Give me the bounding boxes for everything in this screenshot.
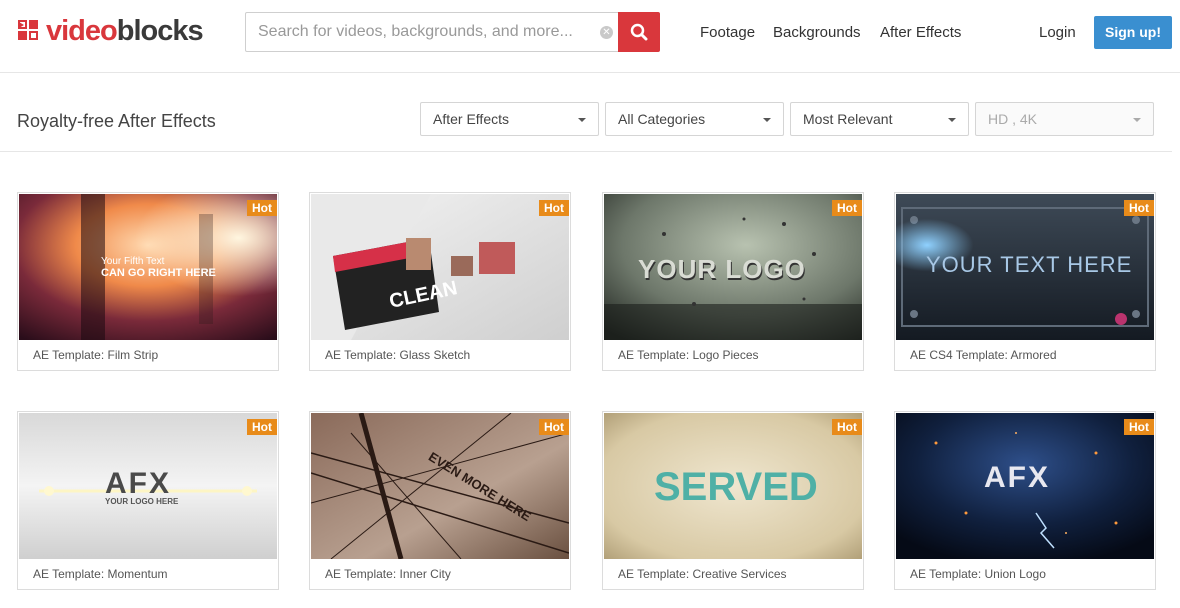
- hot-badge: Hot: [539, 200, 569, 216]
- video-thumbnail: AFX YOUR LOGO HERE: [19, 413, 277, 559]
- template-card-creative-services[interactable]: SERVED Hot AE Template: Creative Service…: [602, 411, 864, 590]
- nav-after-effects[interactable]: After Effects: [880, 24, 961, 41]
- category-select[interactable]: All Categories: [605, 102, 784, 136]
- caret-down-icon: [763, 118, 771, 122]
- template-card-union-logo[interactable]: AFX Hot AE Template: Union Logo: [894, 411, 1156, 590]
- search-box: ✕: [245, 12, 660, 52]
- thumb-text: YOUR LOGO HERE: [105, 497, 179, 506]
- video-thumbnail: AFX: [896, 413, 1154, 559]
- search-icon: [630, 23, 648, 41]
- signup-button[interactable]: Sign up!: [1094, 16, 1172, 49]
- card-caption: AE Template: Glass Sketch: [325, 348, 471, 362]
- video-thumbnail: Your Fifth Text CAN GO RIGHT HERE: [19, 194, 277, 340]
- select-value: All Categories: [618, 111, 706, 127]
- card-caption: AE Template: Film Strip: [33, 348, 159, 362]
- thumb-text: YOUR TEXT HERE: [926, 252, 1133, 277]
- resolution-select[interactable]: HD , 4K: [975, 102, 1154, 136]
- card-caption: AE Template: Creative Services: [618, 567, 787, 581]
- nav-footage[interactable]: Footage: [700, 24, 755, 41]
- template-card-armored[interactable]: YOUR TEXT HERE Hot AE CS4 Template: Armo…: [894, 192, 1156, 371]
- template-card-logo-pieces[interactable]: YOUR LOGO Hot AE Template: Logo Pieces: [602, 192, 864, 371]
- top-header: videoblocks ✕ Footage Backgrounds After …: [0, 0, 1180, 73]
- logo-wordmark: videoblocks: [46, 15, 204, 47]
- card-caption: AE CS4 Template: Armored: [910, 348, 1057, 362]
- select-value: HD , 4K: [988, 111, 1038, 127]
- toolbar-divider: [0, 151, 1172, 152]
- thumb-text: YOUR LOGO: [638, 254, 806, 284]
- select-value: Most Relevant: [803, 111, 893, 127]
- hot-badge: Hot: [1124, 200, 1154, 216]
- media-type-select[interactable]: After Effects: [420, 102, 599, 136]
- hot-badge: Hot: [247, 200, 277, 216]
- caret-down-icon: [578, 118, 586, 122]
- videoblocks-logo[interactable]: videoblocks: [18, 15, 204, 47]
- video-thumbnail: YOUR LOGO: [604, 194, 862, 340]
- video-thumbnail: YOUR TEXT HERE: [896, 194, 1154, 340]
- hot-badge: Hot: [247, 419, 277, 435]
- card-caption: AE Template: Momentum: [33, 567, 168, 581]
- hot-badge: Hot: [1124, 419, 1154, 435]
- card-caption: AE Template: Inner City: [325, 567, 451, 581]
- card-caption: AE Template: Logo Pieces: [618, 348, 759, 362]
- login-link[interactable]: Login: [1039, 24, 1076, 41]
- thumb-text: AFX: [984, 461, 1050, 494]
- nav-backgrounds[interactable]: Backgrounds: [773, 24, 861, 41]
- select-value: After Effects: [433, 111, 509, 127]
- template-card-momentum[interactable]: AFX YOUR LOGO HERE Hot AE Template: Mome…: [17, 411, 279, 590]
- sort-select[interactable]: Most Relevant: [790, 102, 969, 136]
- template-card-inner-city[interactable]: EVEN MORE HERE Hot AE Template: Inner Ci…: [309, 411, 571, 590]
- logo-icon: [18, 19, 42, 43]
- video-thumbnail: EVEN MORE HERE: [311, 413, 569, 559]
- page-title: Royalty-free After Effects: [17, 111, 216, 131]
- hot-badge: Hot: [539, 419, 569, 435]
- card-caption: AE Template: Union Logo: [910, 567, 1046, 581]
- video-thumbnail: CLEAN: [311, 194, 569, 340]
- caret-down-icon: [1133, 118, 1141, 122]
- search-input[interactable]: [246, 13, 610, 51]
- template-card-film-strip[interactable]: Your Fifth Text CAN GO RIGHT HERE Hot AE…: [17, 192, 279, 371]
- thumb-text: AFX: [105, 467, 171, 500]
- hot-badge: Hot: [832, 419, 862, 435]
- template-card-glass-sketch[interactable]: CLEAN Hot AE Template: Glass Sketch: [309, 192, 571, 371]
- clear-icon[interactable]: ✕: [600, 26, 613, 39]
- video-thumbnail: SERVED: [604, 413, 862, 559]
- thumb-text: SERVED: [654, 465, 818, 509]
- thumb-text: CAN GO RIGHT HERE: [101, 267, 216, 279]
- hot-badge: Hot: [832, 200, 862, 216]
- thumb-text: Your Fifth Text: [101, 256, 165, 267]
- caret-down-icon: [948, 118, 956, 122]
- search-button[interactable]: [618, 12, 660, 52]
